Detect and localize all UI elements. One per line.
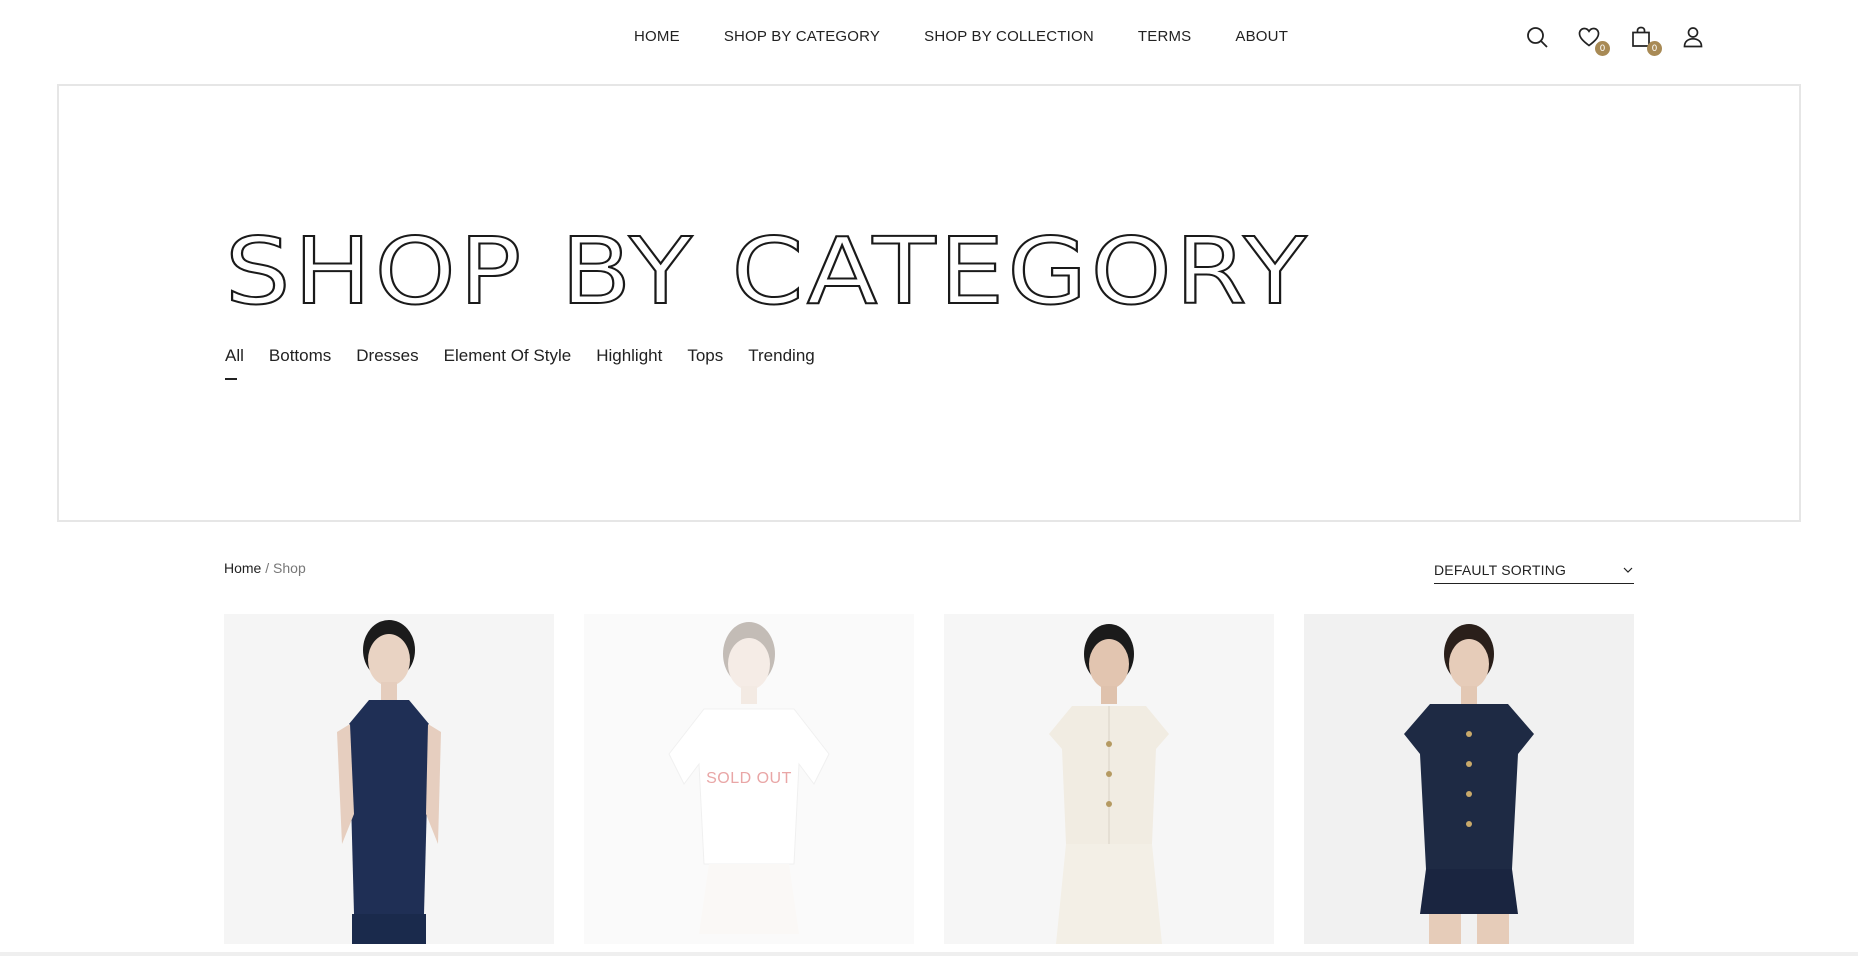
- page-title: SHOP BY CATEGORY: [224, 218, 1310, 325]
- wishlist-button[interactable]: 0: [1576, 24, 1610, 56]
- nav-shop-by-category[interactable]: SHOP BY CATEGORY: [724, 28, 880, 45]
- site-header: HOME SHOP BY CATEGORY SHOP BY COLLECTION…: [0, 0, 1858, 78]
- user-icon: [1683, 27, 1703, 48]
- product-image: [944, 614, 1274, 944]
- header-actions: 0 0: [1524, 24, 1706, 56]
- nav-terms[interactable]: TERMS: [1138, 28, 1192, 45]
- product-card[interactable]: [944, 614, 1274, 944]
- breadcrumb: Home / Shop: [224, 560, 306, 576]
- category-tabs: All Bottoms Dresses Element Of Style Hig…: [225, 346, 815, 380]
- nav-about[interactable]: ABOUT: [1235, 28, 1288, 45]
- breadcrumb-separator: /: [261, 560, 274, 576]
- tab-tops[interactable]: Tops: [687, 346, 723, 380]
- tab-trending[interactable]: Trending: [748, 346, 814, 380]
- product-image: [1304, 614, 1634, 944]
- tab-all[interactable]: All: [225, 346, 244, 380]
- tab-bottoms[interactable]: Bottoms: [269, 346, 331, 380]
- sort-dropdown[interactable]: DEFAULT SORTING: [1434, 556, 1634, 584]
- product-card[interactable]: SOLD OUT: [584, 614, 914, 944]
- tab-element-of-style[interactable]: Element Of Style: [444, 346, 572, 380]
- nav-home[interactable]: HOME: [634, 28, 680, 45]
- wishlist-count-badge: 0: [1595, 41, 1610, 56]
- main-nav: HOME SHOP BY CATEGORY SHOP BY COLLECTION…: [634, 28, 1288, 45]
- chevron-down-icon: [1623, 567, 1633, 573]
- sold-out-overlay: SOLD OUT: [584, 614, 914, 944]
- sort-selected-label: DEFAULT SORTING: [1434, 561, 1567, 578]
- tab-dresses[interactable]: Dresses: [356, 346, 418, 380]
- breadcrumb-current: Shop: [273, 560, 306, 576]
- cart-button[interactable]: 0: [1628, 24, 1662, 56]
- category-hero: SHOP BY CATEGORY All Bottoms Dresses Ele…: [57, 84, 1801, 522]
- tab-highlight[interactable]: Highlight: [596, 346, 662, 380]
- nav-shop-by-collection[interactable]: SHOP BY COLLECTION: [924, 28, 1094, 45]
- product-grid: SOLD OUT: [224, 614, 1634, 944]
- account-button[interactable]: [1680, 24, 1706, 50]
- cart-count-badge: 0: [1647, 41, 1662, 56]
- breadcrumb-home[interactable]: Home: [224, 560, 261, 576]
- search-icon: [1527, 27, 1548, 48]
- product-image: [224, 614, 554, 944]
- product-card[interactable]: [224, 614, 554, 944]
- page-bottom-divider: [0, 952, 1858, 956]
- search-button[interactable]: [1524, 24, 1550, 50]
- sold-out-label: SOLD OUT: [706, 770, 792, 787]
- product-card[interactable]: [1304, 614, 1634, 944]
